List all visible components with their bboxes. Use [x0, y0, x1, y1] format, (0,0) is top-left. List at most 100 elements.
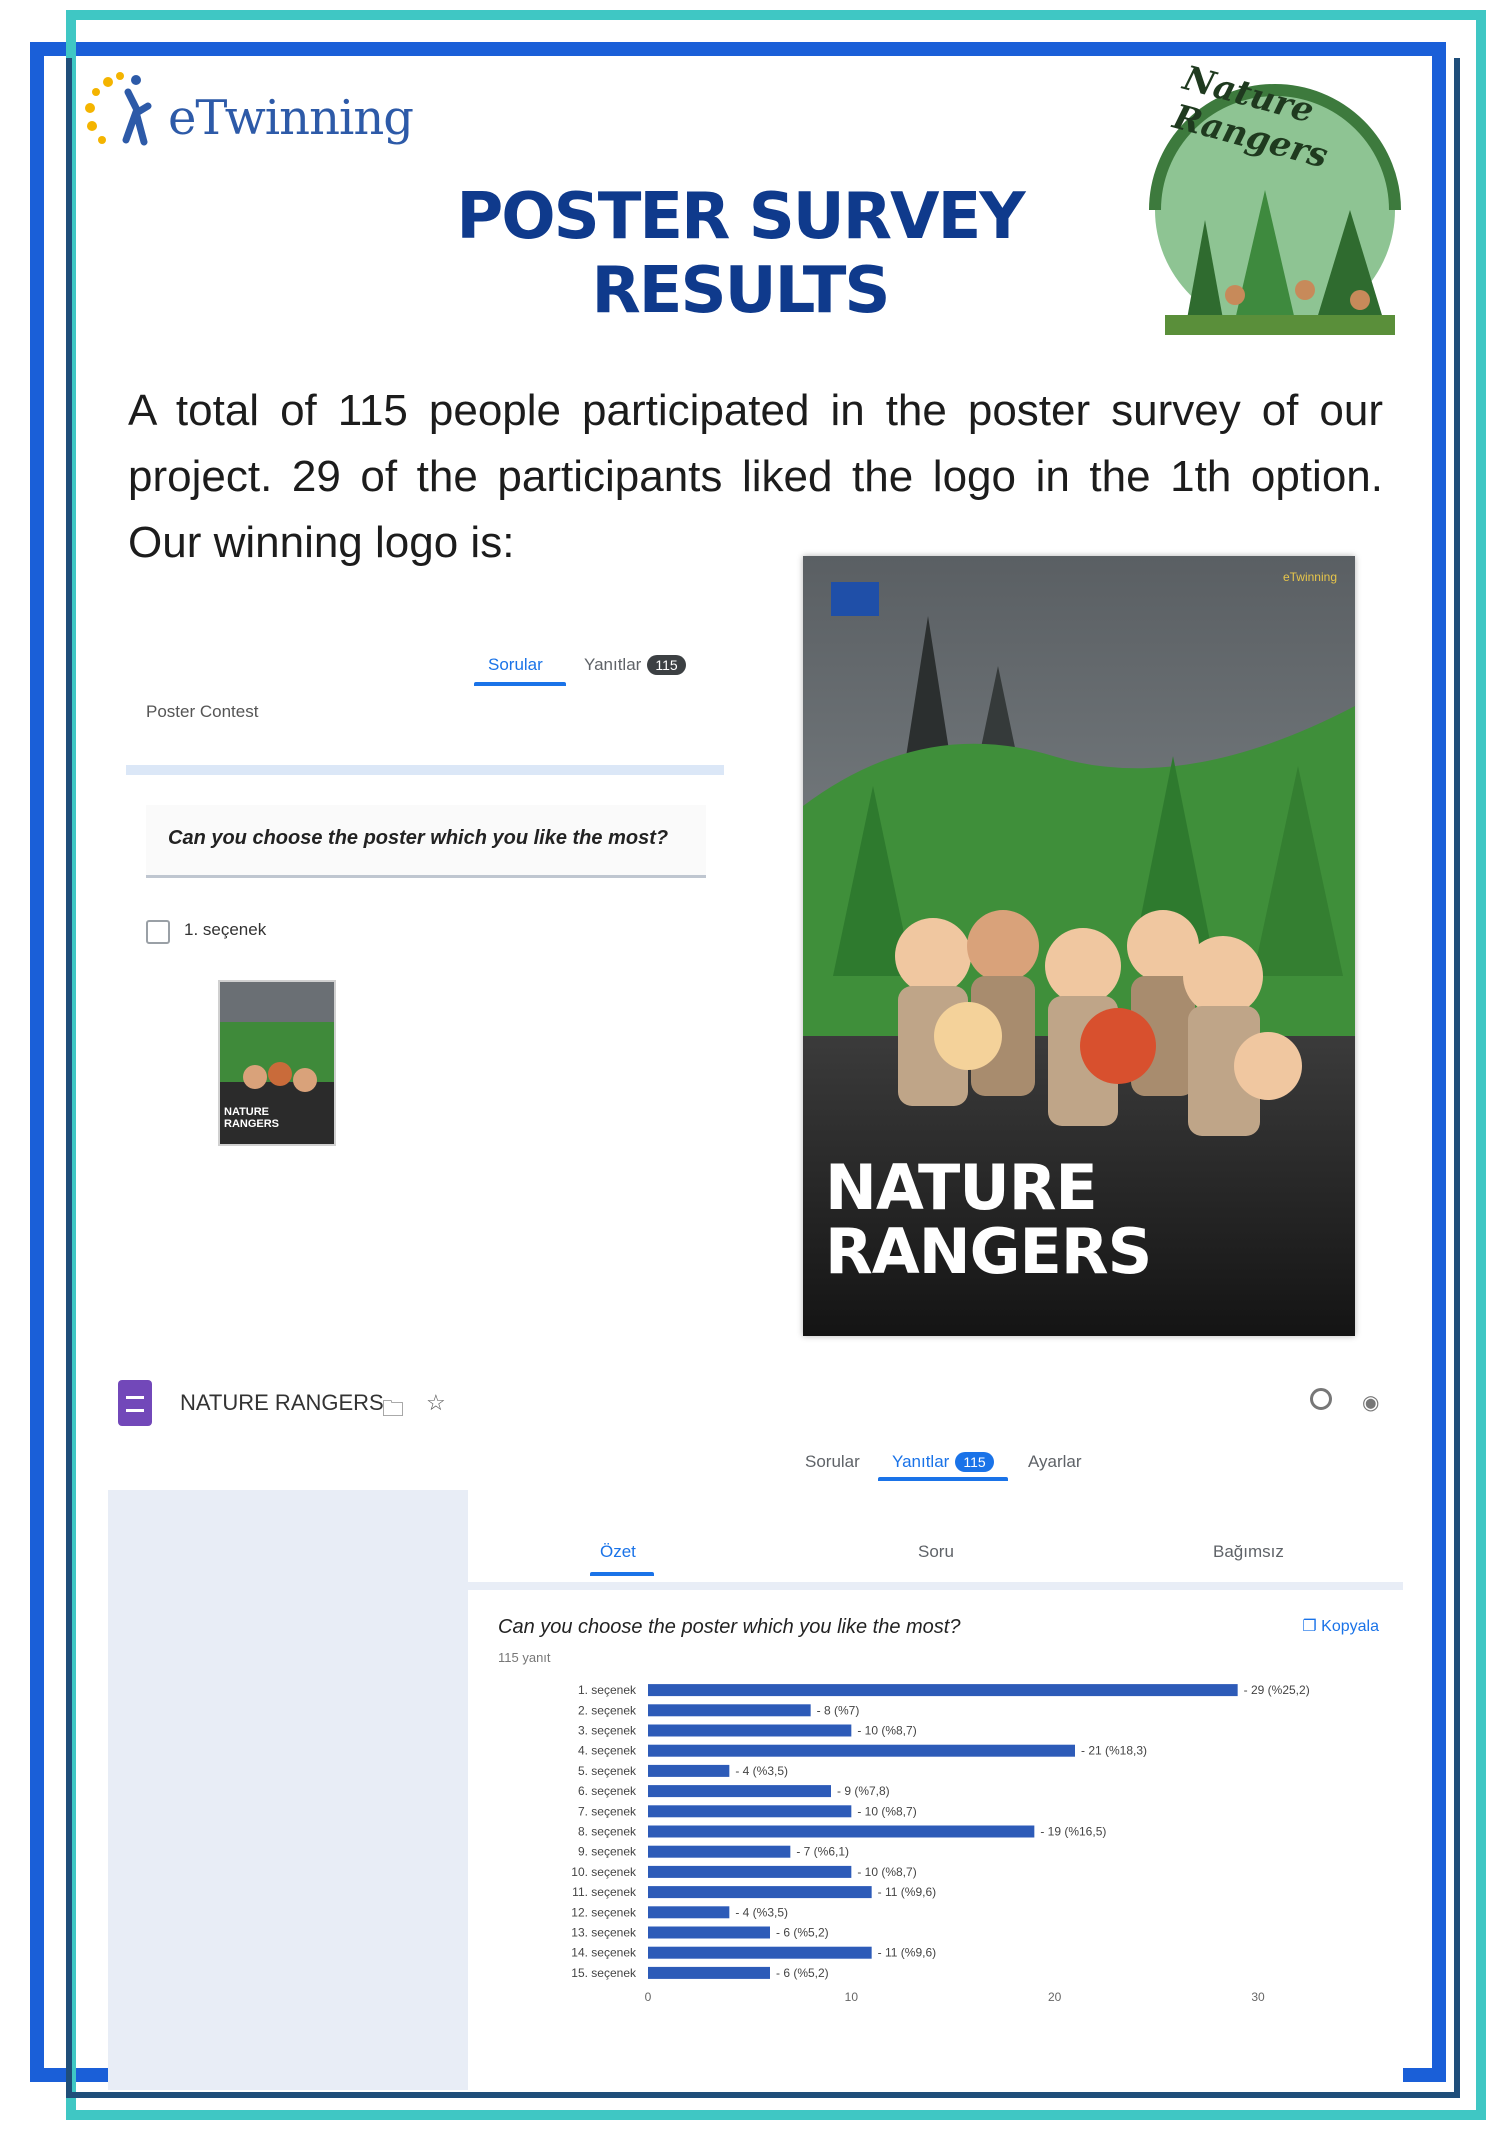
bar	[648, 1926, 770, 1939]
category-label: 1. seçenek	[578, 1683, 637, 1697]
x-tick-label: 20	[1048, 1990, 1062, 2004]
bar-value-label: - 10 (%8,7)	[857, 1804, 916, 1818]
bar-value-label: - 8 (%7)	[817, 1703, 860, 1717]
tab-questions-main[interactable]: Sorular	[805, 1452, 860, 1472]
bar-value-label: - 11 (%9,6)	[878, 1946, 936, 1960]
category-label: 3. seçenek	[578, 1724, 637, 1738]
bar	[648, 1966, 770, 1979]
chart-card: Can you choose the poster which you like…	[468, 1590, 1403, 2090]
question-text: Can you choose the poster which you like…	[168, 827, 669, 849]
copy-chart-button[interactable]: ❐ Kopyala	[1302, 1616, 1379, 1636]
bar	[648, 1845, 791, 1858]
bar-value-label: - 4 (%3,5)	[735, 1905, 788, 1919]
tab-questions[interactable]: Sorular	[488, 655, 543, 675]
bar	[648, 1886, 872, 1899]
intro-paragraph: A total of 115 people participated in th…	[128, 386, 1383, 567]
category-label: 11. seçenek	[572, 1885, 637, 1899]
poster-thumbnail[interactable]: NATURE RANGERS	[218, 980, 336, 1146]
winning-poster: eTwinning NATURE RANGERS	[803, 556, 1355, 1336]
preview-eye-icon[interactable]: ◉	[1362, 1390, 1379, 1415]
form-doc-title[interactable]: NATURE RANGERS	[180, 1390, 384, 1416]
subtab-individual[interactable]: Bağımsız	[1213, 1542, 1284, 1562]
category-label: 5. seçenek	[578, 1764, 637, 1778]
category-label: 8. seçenek	[578, 1825, 637, 1839]
category-label: 14. seçenek	[571, 1946, 637, 1960]
tab-responses-main-label: Yanıtlar	[892, 1452, 950, 1471]
bar	[648, 1825, 1035, 1838]
results-subtabs: Özet Soru Bağımsız	[468, 1490, 1403, 1590]
bar	[648, 1906, 730, 1919]
bar	[648, 1865, 852, 1878]
rangers-group	[895, 910, 1302, 1136]
etwinning-figure-icon	[85, 72, 152, 146]
response-count: 115 yanıt	[498, 1650, 551, 1665]
tab-responses-main-underline	[878, 1477, 1008, 1481]
category-label: 12. seçenek	[571, 1905, 637, 1919]
bar-value-label: - 9 (%7,8)	[837, 1784, 890, 1798]
poster-title-line1: NATURE	[825, 1151, 1098, 1224]
tab-responses[interactable]: Yanıtlar 115	[584, 655, 686, 675]
category-label: 10. seçenek	[571, 1865, 637, 1879]
poster-title-line2: RANGERS	[825, 1215, 1152, 1288]
responses-main-count: 115	[955, 1452, 994, 1472]
x-tick-label: 30	[1251, 1990, 1265, 2004]
category-label: 6. seçenek	[578, 1784, 637, 1798]
bar-value-label: - 10 (%8,7)	[857, 1724, 916, 1738]
option-label: 1. seçenek	[184, 920, 267, 939]
tab-settings-main[interactable]: Ayarlar	[1028, 1452, 1082, 1472]
chart-question: Can you choose the poster which you like…	[498, 1616, 961, 1638]
bar	[648, 1724, 852, 1737]
forms-app-icon[interactable]	[118, 1380, 152, 1426]
tab-responses-main[interactable]: Yanıtlar 115	[892, 1452, 994, 1472]
bar	[648, 1704, 811, 1717]
bar-value-label: - 21 (%18,3)	[1081, 1744, 1147, 1758]
tab-questions-underline	[474, 682, 566, 686]
poster-brand: eTwinning	[1282, 570, 1337, 584]
nature-rangers-badge: Nature Rangers	[1125, 58, 1415, 350]
bar-value-label: - 10 (%8,7)	[857, 1865, 916, 1879]
thumbnail-caption: NATURE RANGERS	[224, 1106, 280, 1130]
bar	[648, 1744, 1075, 1757]
subtab-summary-underline	[590, 1572, 654, 1576]
poster-title: NATURE RANGERS	[825, 1151, 1152, 1288]
category-label: 9. seçenek	[578, 1845, 637, 1859]
category-label: 15. seçenek	[571, 1966, 637, 1980]
form-snapshot: Sorular Yanıtlar 115 Poster Contest Can y…	[118, 640, 728, 1160]
bar	[648, 1785, 831, 1798]
palette-icon[interactable]	[1310, 1388, 1332, 1410]
form-title: Poster Contest	[146, 702, 259, 721]
etwinning-logo: eTwinning	[78, 62, 414, 172]
results-bar-chart: 1. seçenek - 29 (%25,2) 2. seçenek - 8 (%7)…	[571, 1683, 1310, 2004]
bar	[648, 1764, 730, 1777]
x-tick-label: 0	[645, 1990, 652, 2004]
category-label: 2. seçenek	[578, 1703, 637, 1717]
copy-label: Kopyala	[1321, 1618, 1379, 1635]
bar-value-label: - 7 (%6,1)	[796, 1845, 849, 1859]
subtab-question[interactable]: Soru	[918, 1542, 954, 1562]
category-label: 13. seçenek	[571, 1926, 637, 1940]
category-label: 4. seçenek	[578, 1744, 637, 1758]
tab-responses-label: Yanıtlar	[584, 655, 642, 674]
results-panel: Özet Soru Bağımsız Can you choose the po…	[108, 1490, 1408, 2090]
bar-value-label: - 11 (%9,6)	[878, 1885, 936, 1899]
folder-icon[interactable]: 🗀	[382, 1392, 404, 1430]
subtab-summary[interactable]: Özet	[600, 1542, 636, 1562]
forms-header: NATURE RANGERS 🗀 ☆ ◉ Sorular Yanıtlar 115…	[110, 1370, 1410, 1481]
bar-value-label: - 19 (%16,5)	[1040, 1825, 1106, 1839]
x-tick-label: 10	[845, 1990, 859, 2004]
bar	[648, 1805, 852, 1818]
section-divider	[126, 765, 724, 775]
results-left-background	[108, 1490, 468, 2090]
bar-value-label: - 6 (%5,2)	[776, 1966, 829, 1980]
responses-count-badge: 115	[647, 655, 686, 675]
bar-value-label: - 6 (%5,2)	[776, 1926, 829, 1940]
etwinning-wordmark: eTwinning	[168, 90, 414, 146]
category-label: 7. seçenek	[578, 1804, 637, 1818]
page-title: POSTER SURVEY RESULTS	[456, 180, 1025, 328]
bar-value-label: - 29 (%25,2)	[1244, 1683, 1310, 1697]
bar-value-label: - 4 (%3,5)	[735, 1764, 788, 1778]
bar	[648, 1946, 872, 1959]
star-icon[interactable]: ☆	[426, 1390, 446, 1416]
bar	[648, 1684, 1238, 1697]
option-checkbox[interactable]	[146, 920, 170, 944]
